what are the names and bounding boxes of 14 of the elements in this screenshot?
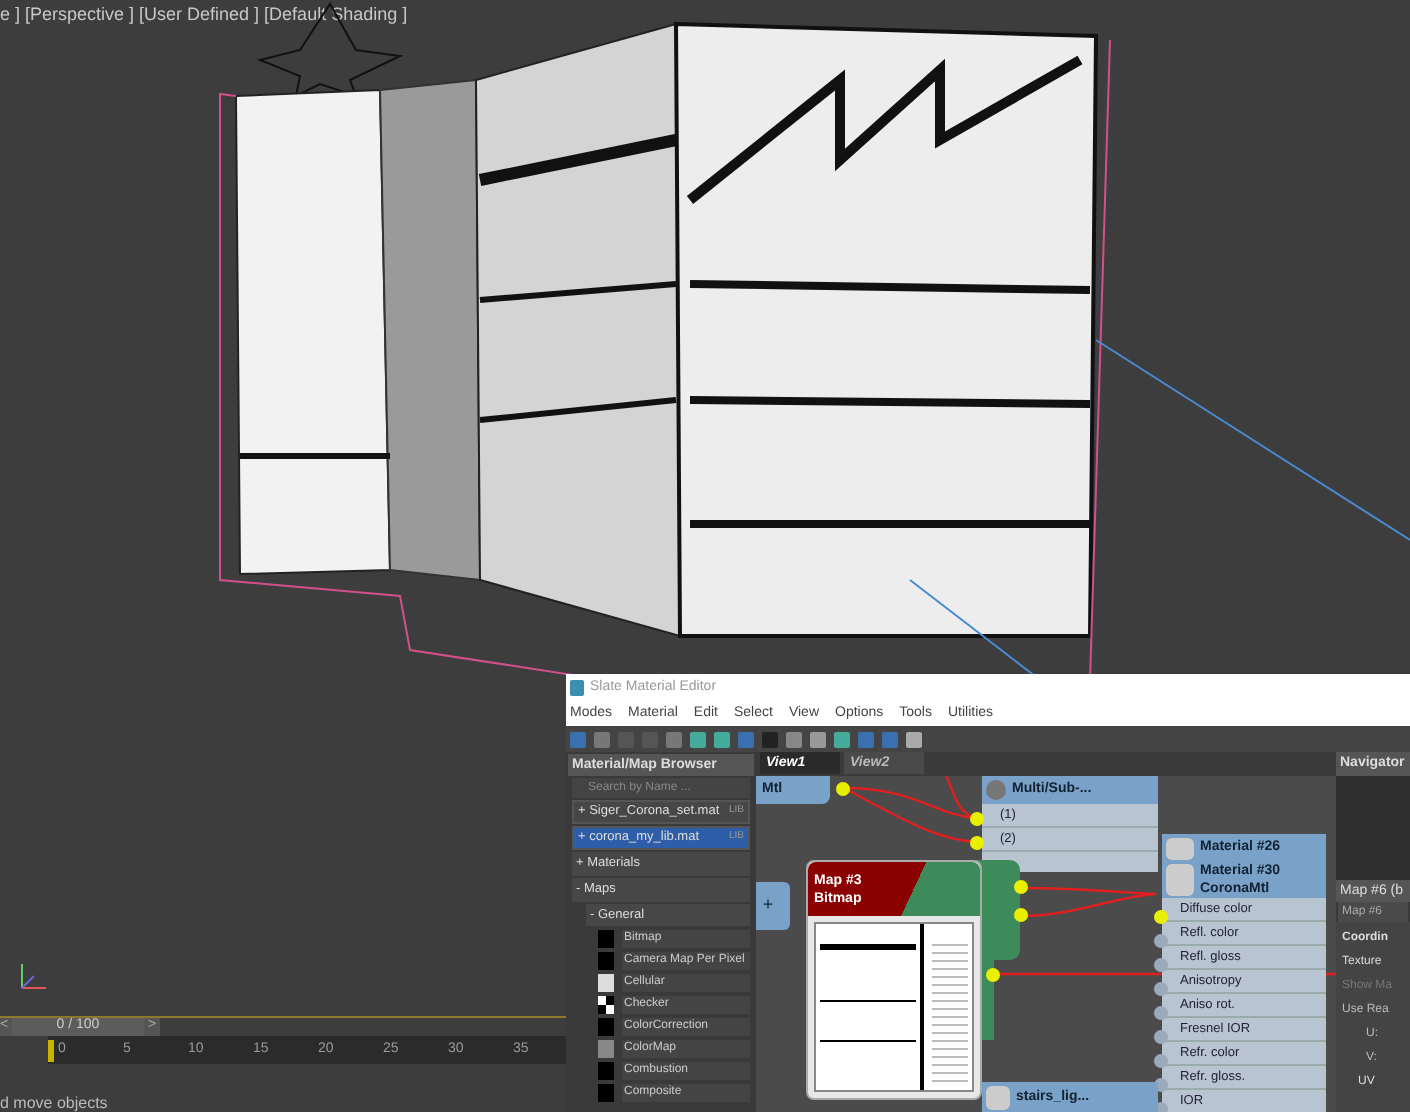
map-swatch [598,995,614,1013]
map-swatch [598,973,614,991]
map-swatch [598,1083,614,1101]
map-swatch [598,951,614,969]
app-icon [570,679,584,695]
navigator-view [1336,776,1410,880]
map-swatch [598,929,614,947]
status-text: d move objects [0,1092,108,1112]
map-swatch [598,1061,614,1079]
frame-marker [48,1040,54,1062]
axis-gizmo-icon [16,960,48,992]
map-swatch [598,1017,614,1035]
map-swatch [598,1039,614,1057]
viewport-label: e ] [Perspective ] [User Defined ] [Default Shading ] [0,2,408,28]
